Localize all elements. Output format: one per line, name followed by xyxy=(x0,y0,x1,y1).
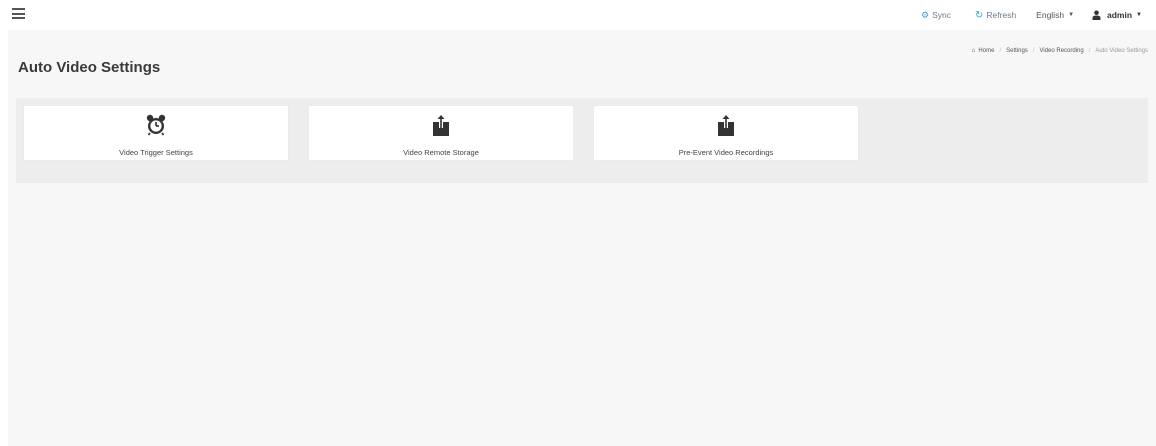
user-label: admin xyxy=(1107,10,1133,20)
sync-icon: ⚙ xyxy=(921,9,930,20)
tile-video-trigger-settings[interactable]: Video Trigger Settings xyxy=(24,106,288,160)
upload-box-icon xyxy=(431,114,451,136)
alarm-clock-icon xyxy=(146,114,166,136)
menu-toggle-icon[interactable] xyxy=(12,8,25,19)
tile-pre-event-video-recordings[interactable]: Pre-Event Video Recordings xyxy=(594,106,858,160)
upload-box-icon xyxy=(716,114,736,136)
user-icon xyxy=(1092,10,1101,20)
refresh-button[interactable]: ↻ Refresh xyxy=(975,10,1016,21)
sync-button[interactable]: ⚙ Sync xyxy=(921,10,951,21)
top-nav-actions: ⚙ Sync ↻ Refresh English ▼ admin ▼ xyxy=(921,0,1156,30)
breadcrumb-settings[interactable]: Settings xyxy=(1006,48,1028,54)
breadcrumb-separator: / xyxy=(999,47,1002,54)
breadcrumb-home[interactable]: Home xyxy=(978,48,994,54)
home-icon: ⌂ xyxy=(971,47,976,54)
main-content: Auto Video Settings ⌂ Home / Settings / … xyxy=(8,30,1156,446)
tile-label: Video Trigger Settings xyxy=(119,148,193,157)
tile-label: Pre-Event Video Recordings xyxy=(678,148,774,157)
tile-video-remote-storage[interactable]: Video Remote Storage xyxy=(309,106,573,160)
language-label: English xyxy=(1036,10,1065,20)
refresh-icon: ↻ xyxy=(975,9,984,21)
breadcrumb: ⌂ Home / Settings / Video Recording / Au… xyxy=(971,47,1148,54)
page-title: Auto Video Settings xyxy=(18,59,161,76)
breadcrumb-separator: / xyxy=(1032,47,1035,54)
settings-tiles-panel: Video Trigger Settings Video Remote Stor… xyxy=(16,98,1148,183)
breadcrumb-current: Auto Video Settings xyxy=(1095,47,1148,54)
sync-label: Sync xyxy=(932,10,952,20)
tile-label: Video Remote Storage xyxy=(403,148,479,157)
chevron-down-icon: ▼ xyxy=(1136,12,1142,18)
refresh-label: Refresh xyxy=(986,10,1017,20)
breadcrumb-separator: / xyxy=(1088,47,1091,54)
chevron-down-icon: ▼ xyxy=(1068,12,1075,18)
user-dropdown[interactable]: admin ▼ xyxy=(1092,10,1142,20)
top-navbar: ⚙ Sync ↻ Refresh English ▼ admin ▼ xyxy=(0,0,1156,30)
breadcrumb-video-recording[interactable]: Video Recording xyxy=(1039,48,1083,54)
language-dropdown[interactable]: English ▼ xyxy=(1036,10,1074,20)
